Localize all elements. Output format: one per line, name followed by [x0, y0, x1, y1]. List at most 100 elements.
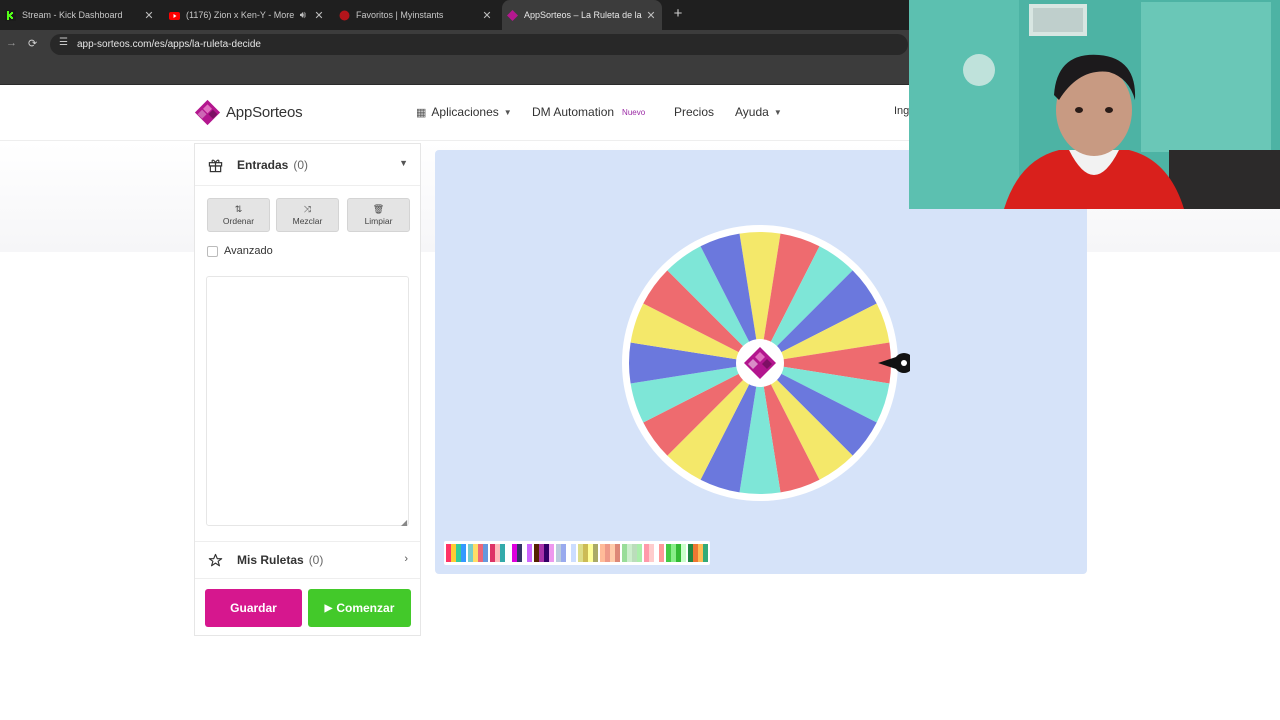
- tab-appsorteos[interactable]: AppSorteos – La Ruleta de la Su ✕: [502, 0, 662, 30]
- forward-icon[interactable]: →: [6, 37, 17, 49]
- speaker-icon[interactable]: 🔊︎: [300, 10, 306, 21]
- guardar-button[interactable]: Guardar: [205, 589, 302, 627]
- palette-color-stripe: [659, 544, 664, 562]
- streamer-video-image: [909, 0, 1280, 209]
- mis-ruletas-count: (0): [308, 553, 324, 567]
- wheel-peg: [852, 267, 856, 271]
- palette-swatch[interactable]: [512, 544, 532, 562]
- palette-swatch[interactable]: [468, 544, 488, 562]
- webcam-overlay: [909, 0, 1280, 209]
- mezclar-button[interactable]: ⤨ Mezclar: [276, 198, 339, 232]
- close-tab-icon[interactable]: ✕: [480, 9, 494, 22]
- palette-color-stripe: [681, 544, 686, 562]
- close-tab-icon[interactable]: ✕: [142, 9, 156, 22]
- wheel-peg: [639, 421, 644, 425]
- wheel-peg: [737, 230, 741, 234]
- palette-swatch[interactable]: [490, 544, 510, 562]
- wheel-peg: [779, 492, 783, 496]
- play-icon: ▶: [324, 602, 333, 614]
- palette-color-stripe: [703, 544, 708, 562]
- color-palette-picker: [444, 541, 710, 565]
- avanzado-label: Avanzado: [224, 245, 273, 257]
- nav-aplicaciones-label: Aplicaciones: [431, 105, 499, 119]
- appsorteos-logo-icon: [194, 99, 221, 126]
- new-tab-icon[interactable]: +: [670, 6, 686, 22]
- palette-color-stripe: [637, 544, 642, 562]
- appsorteos-icon: [507, 9, 518, 21]
- avanzado-toggle[interactable]: Avanzado: [207, 245, 273, 257]
- wheel-peg: [627, 340, 631, 344]
- palette-swatch[interactable]: [556, 544, 576, 562]
- resize-handle-icon[interactable]: ◢: [401, 518, 407, 527]
- mis-ruletas-title: Mis Ruletas (0): [237, 553, 324, 567]
- login-link[interactable]: Ing: [894, 105, 909, 117]
- palette-swatch[interactable]: [534, 544, 554, 562]
- tab-myinstants[interactable]: Favoritos | Myinstants ✕: [334, 0, 498, 30]
- entradas-count: (0): [293, 158, 309, 172]
- mis-ruletas-header[interactable]: Mis Ruletas (0) ›: [195, 541, 420, 579]
- chevron-down-icon: ▼: [399, 158, 408, 168]
- wheel-area: [435, 150, 1087, 574]
- url-text: app-sorteos.com/es/apps/la-ruleta-decide: [77, 39, 261, 50]
- palette-swatch[interactable]: [666, 544, 686, 562]
- palette-color-stripe: [505, 544, 510, 562]
- site-settings-icon[interactable]: ☰: [59, 37, 68, 48]
- palette-swatch[interactable]: [446, 544, 466, 562]
- star-icon: [208, 553, 223, 571]
- wheel-peg: [698, 479, 702, 484]
- wheel-peg: [737, 492, 741, 496]
- entries-textarea[interactable]: [206, 276, 409, 526]
- palette-swatch[interactable]: [688, 544, 708, 562]
- ordenar-button[interactable]: ⇅ Ordenar: [207, 198, 270, 232]
- nav-aplicaciones[interactable]: ▦ Aplicaciones ▼: [416, 105, 512, 119]
- palette-color-stripe: [615, 544, 620, 562]
- tab-youtube[interactable]: (1176) Zion x Ken-Y - More 🔊︎ ✕: [164, 0, 330, 30]
- wheel-peg: [876, 421, 881, 425]
- palette-color-stripe: [571, 544, 576, 562]
- palette-color-stripe: [549, 544, 554, 562]
- nav-dm-automation-label: DM Automation: [532, 105, 615, 119]
- palette-swatch[interactable]: [644, 544, 664, 562]
- url-field[interactable]: ☰ app-sorteos.com/es/apps/la-ruleta-deci…: [50, 34, 908, 55]
- avanzado-checkbox[interactable]: [207, 245, 218, 257]
- nav-precios[interactable]: Precios: [674, 105, 714, 119]
- limpiar-button[interactable]: 🗑︎ Limpiar: [347, 198, 410, 232]
- gift-icon: [208, 158, 223, 176]
- entradas-title: Entradas (0): [237, 158, 309, 172]
- comenzar-button[interactable]: ▶ Comenzar: [308, 589, 411, 627]
- wheel-peg: [889, 382, 893, 386]
- wheel-peg: [664, 267, 668, 271]
- wheel-peg: [852, 455, 856, 459]
- palette-color-stripe: [593, 544, 598, 562]
- palette-color-stripe: [461, 544, 466, 562]
- myinstants-icon: [339, 10, 350, 21]
- entries-panel: Entradas (0) ▼ ⇅ Ordenar ⤨ Mezclar 🗑︎ Lim…: [194, 143, 421, 636]
- palette-swatch[interactable]: [578, 544, 598, 562]
- kick-icon: [5, 9, 16, 21]
- chevron-down-icon: ▼: [773, 107, 782, 117]
- nav-ayuda[interactable]: Ayuda ▼: [735, 105, 782, 119]
- trash-icon: 🗑︎: [372, 204, 385, 214]
- palette-color-stripe: [483, 544, 488, 562]
- spin-wheel[interactable]: [620, 223, 910, 503]
- close-tab-icon[interactable]: ✕: [644, 9, 658, 22]
- chevron-down-icon: ▼: [503, 107, 512, 117]
- reload-icon[interactable]: ⟳: [28, 37, 37, 50]
- wheel-peg: [664, 455, 668, 459]
- palette-swatch[interactable]: [600, 544, 620, 562]
- appsorteos-logo[interactable]: AppSorteos: [194, 99, 303, 126]
- logo-text: AppSorteos: [226, 104, 303, 121]
- nav-dm-automation[interactable]: DM Automation Nuevo: [532, 105, 645, 119]
- shuffle-icon: ⤨: [303, 204, 312, 214]
- nuevo-badge: Nuevo: [622, 107, 646, 117]
- nav-precios-label: Precios: [674, 105, 715, 119]
- wheel-peg: [627, 382, 631, 386]
- palette-swatch[interactable]: [622, 544, 642, 562]
- entradas-header[interactable]: Entradas (0) ▼: [195, 144, 420, 186]
- wheel-peg: [818, 242, 822, 247]
- close-tab-icon[interactable]: ✕: [312, 9, 326, 22]
- chevron-right-icon: ›: [404, 553, 408, 565]
- tab-kick-dashboard[interactable]: Stream - Kick Dashboard ✕: [0, 0, 160, 30]
- sort-icon: ⇅: [234, 204, 243, 214]
- wheel-peg: [876, 301, 881, 305]
